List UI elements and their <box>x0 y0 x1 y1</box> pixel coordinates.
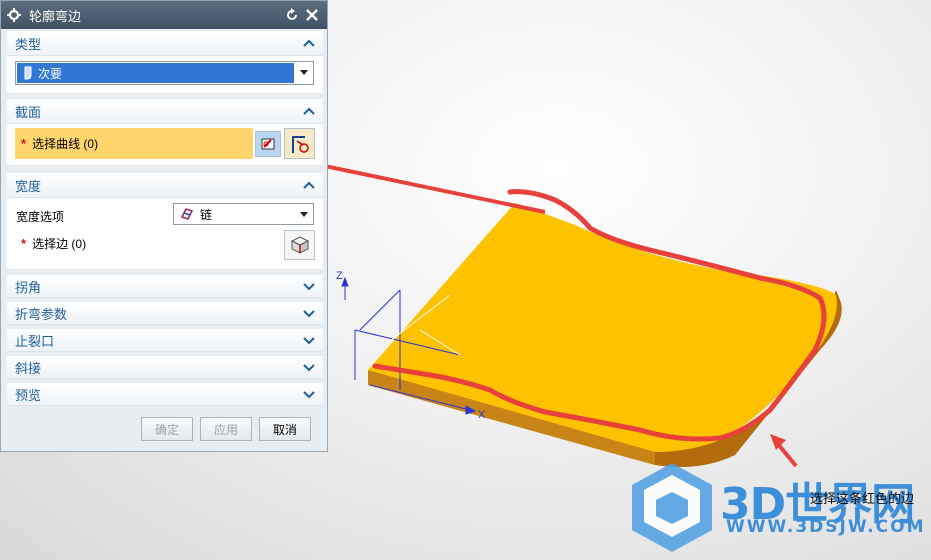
edge-annotation-text: 选择这条红色的边 <box>810 491 915 506</box>
axis-z-label: Z <box>336 270 343 282</box>
edge-arrow-head <box>770 434 786 450</box>
sketch-section-button[interactable] <box>255 131 281 157</box>
sketch-icon <box>261 138 275 150</box>
width-section-label: 宽度 <box>15 178 42 194</box>
chevron-down-icon[interactable] <box>295 62 313 82</box>
select-edge-label: 选择边 (0) <box>32 237 87 251</box>
dialog-title: 轮廓弯边 <box>29 8 82 24</box>
section-section: 截面 * 选择曲线 (0) <box>7 99 323 165</box>
chain-icon <box>180 207 194 221</box>
select-curve-row[interactable]: * 选择曲线 (0) <box>15 128 253 159</box>
chevron-down-icon[interactable] <box>303 362 315 372</box>
watermark-url: WWW.3DSJW.COM <box>726 517 926 537</box>
bend-params-label: 折弯参数 <box>15 306 68 322</box>
close-icon[interactable] <box>303 6 321 24</box>
width-option-label: 宽度选项 <box>16 210 65 224</box>
select-edge-button[interactable] <box>284 230 315 260</box>
chevron-up-icon[interactable] <box>303 180 315 190</box>
secondary-type-icon <box>22 66 34 80</box>
chevron-down-icon[interactable] <box>295 204 313 224</box>
select-curve-label: 选择曲线 (0) <box>32 137 99 151</box>
reset-icon[interactable] <box>283 6 301 24</box>
chevron-down-icon[interactable] <box>303 335 315 345</box>
bend-params-header[interactable]: 折弯参数 <box>7 302 323 325</box>
contour-flange-dialog: 轮廓弯边 类型 次要 截面 * 选择曲线 (0) 宽度 宽度选项 链 * 选择边… <box>0 0 328 452</box>
corner-section-header[interactable]: 拐角 <box>7 275 323 298</box>
corner-section-label: 拐角 <box>15 279 42 295</box>
cube-icon <box>290 236 309 254</box>
axis-x-label: X <box>478 409 486 421</box>
width-option-select[interactable]: 链 <box>173 203 314 225</box>
chevron-down-icon[interactable] <box>303 281 315 291</box>
corner-section[interactable]: 拐角 <box>7 275 323 298</box>
width-section-header[interactable]: 宽度 <box>7 173 323 198</box>
preview-section-label: 预览 <box>15 387 42 403</box>
section-section-label: 截面 <box>15 104 42 120</box>
type-section: 类型 次要 <box>7 31 323 93</box>
preview-section-header[interactable]: 预览 <box>7 383 323 406</box>
type-section-label: 类型 <box>15 36 42 52</box>
relief-section-label: 止裂口 <box>15 333 55 349</box>
section-section-header[interactable]: 截面 <box>7 99 323 124</box>
apply-button[interactable]: 应用 <box>200 417 252 441</box>
curve-select-button[interactable] <box>284 128 315 159</box>
type-select-value: 次要 <box>38 66 63 81</box>
dialog-titlebar[interactable]: 轮廓弯边 <box>1 1 327 29</box>
chevron-up-icon[interactable] <box>303 106 315 116</box>
watermark-logo-icon <box>632 463 712 552</box>
chevron-down-icon[interactable] <box>303 308 315 318</box>
relief-section[interactable]: 止裂口 <box>7 329 323 352</box>
miter-section-header[interactable]: 斜接 <box>7 356 323 379</box>
miter-section-label: 斜接 <box>15 360 42 376</box>
type-select[interactable]: 次要 <box>15 61 314 85</box>
curve-icon <box>291 135 309 153</box>
chevron-down-icon[interactable] <box>303 389 315 399</box>
relief-section-header[interactable]: 止裂口 <box>7 329 323 352</box>
required-star: * <box>21 136 27 151</box>
chevron-up-icon[interactable] <box>303 38 315 48</box>
width-section: 宽度 宽度选项 链 * 选择边 (0) <box>7 173 323 269</box>
miter-section[interactable]: 斜接 <box>7 356 323 379</box>
gear-icon[interactable] <box>7 8 21 22</box>
required-star: * <box>21 236 27 251</box>
cancel-button[interactable]: 取消 <box>259 417 311 441</box>
ok-button[interactable]: 确定 <box>141 417 193 441</box>
bend-params-section[interactable]: 折弯参数 <box>7 302 323 325</box>
select-edge-row[interactable]: * 选择边 (0) <box>21 235 86 252</box>
edge-arrow-line <box>776 442 798 468</box>
preview-section[interactable]: 预览 <box>7 383 323 406</box>
type-section-header[interactable]: 类型 <box>7 31 323 56</box>
width-option-value: 链 <box>200 207 213 222</box>
